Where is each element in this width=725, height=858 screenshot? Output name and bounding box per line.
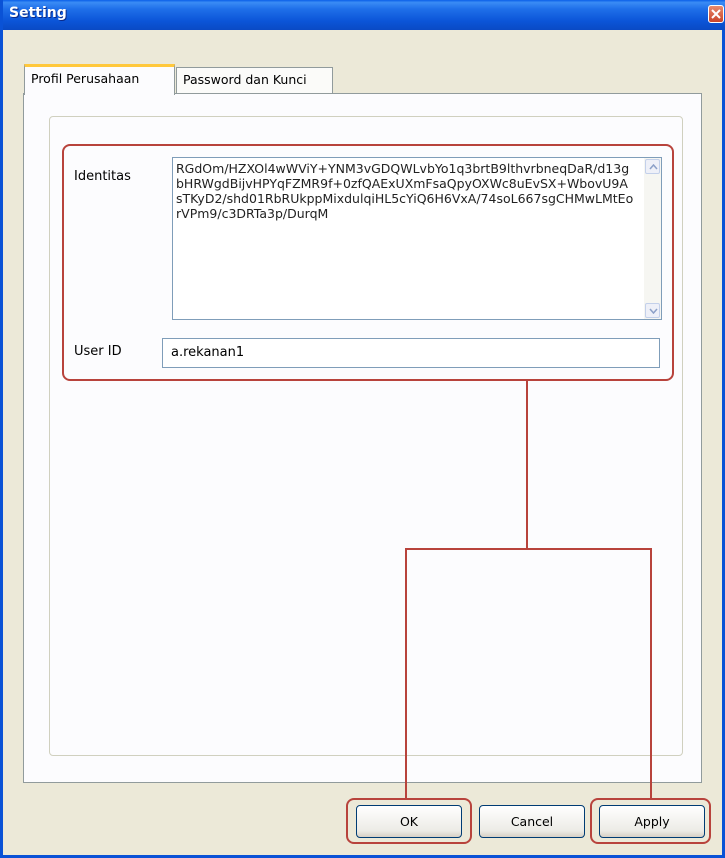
- identitas-textarea[interactable]: RGdOm/HZXOl4wWViY+YNM3vGDQWLvbYo1q3brtB9…: [172, 157, 662, 320]
- annotation-line-vertical-main: [526, 381, 528, 549]
- ok-button[interactable]: OK: [356, 805, 462, 838]
- scroll-up-button[interactable]: [645, 159, 660, 174]
- close-button[interactable]: [708, 5, 724, 23]
- cancel-button[interactable]: Cancel: [479, 805, 585, 838]
- textarea-scrollbar[interactable]: [644, 158, 661, 319]
- annotation-line-horizontal: [405, 548, 652, 550]
- tab-password-dan-kunci[interactable]: Password dan Kunci: [176, 67, 333, 93]
- close-icon: [711, 9, 721, 19]
- scroll-down-button[interactable]: [645, 303, 660, 318]
- chevron-up-icon: [649, 164, 658, 170]
- annotation-line-to-apply: [650, 548, 652, 798]
- window-title: Setting: [9, 5, 67, 21]
- userid-input[interactable]: a.rekanan1: [162, 338, 660, 368]
- title-bar[interactable]: Setting: [3, 0, 725, 30]
- tab-profil-perusahaan[interactable]: Profil Perusahaan: [24, 64, 175, 95]
- identitas-value: RGdOm/HZXOl4wWViY+YNM3vGDQWLvbYo1q3brtB9…: [176, 161, 634, 221]
- apply-button[interactable]: Apply: [599, 805, 705, 838]
- identitas-label: Identitas: [74, 169, 131, 184]
- userid-label: User ID: [74, 344, 122, 359]
- annotation-line-to-ok: [405, 548, 407, 798]
- chevron-down-icon: [649, 308, 658, 314]
